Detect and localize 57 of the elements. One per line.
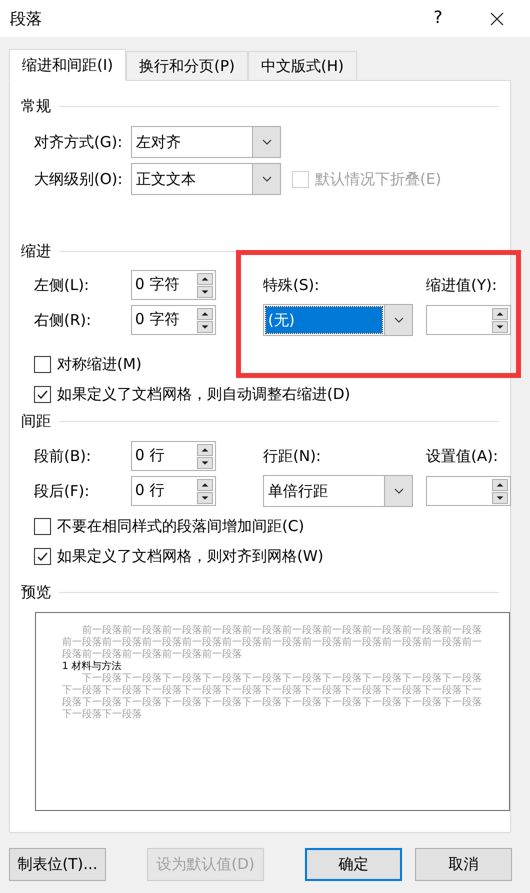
space-after-field[interactable]: 0 行 bbox=[131, 476, 216, 506]
spin-down-icon[interactable] bbox=[197, 456, 213, 468]
preview-text: 1 材料与方法 bbox=[62, 661, 123, 672]
tab[interactable]: 换行和分页(P) bbox=[126, 51, 248, 80]
right-indent-field[interactable]: 0 字符 bbox=[131, 305, 216, 335]
spin-up-icon[interactable] bbox=[197, 478, 213, 490]
help-button[interactable]: ? bbox=[428, 6, 448, 32]
spin-down-icon[interactable] bbox=[492, 320, 508, 332]
checkbox[interactable] bbox=[34, 386, 51, 402]
section-heading: 间距 bbox=[21, 410, 51, 432]
checkbox-label: 不要在相同样式的段落间增加间距(C) bbox=[57, 516, 304, 537]
tab[interactable]: 缩进和间距(I) bbox=[9, 49, 126, 81]
dialog-button[interactable]: 确定 bbox=[305, 848, 402, 881]
checkbox-label: 如果定义了文档网格，则自动调整右缩进(D) bbox=[57, 384, 350, 405]
line-spacing-dropdown[interactable]: 单倍行距 bbox=[263, 475, 413, 507]
checkbox-label: 默认情况下折叠(E) bbox=[315, 168, 442, 190]
field-label: 段后(F): bbox=[34, 480, 90, 502]
spin-down-icon[interactable] bbox=[197, 286, 213, 298]
spin-up-icon[interactable] bbox=[197, 444, 213, 456]
preview-text: 前一段落前一段落前一段落前一段落前一段落前一段落前一段落前一段落前一段落前一段落前一段落前一段落前一段落前一段落前一段落前一段落前一段落前一段落前一段落前一段落前一段落前一段落前一段落前一段落前一段落 bbox=[62, 625, 483, 660]
spin-up-icon[interactable] bbox=[197, 308, 213, 320]
field-label: 对齐方式(G): bbox=[34, 132, 124, 153]
field-label: 缩进值(Y): bbox=[426, 274, 497, 296]
field-label: 右侧(R): bbox=[34, 310, 92, 331]
section-heading: 常规 bbox=[21, 96, 51, 117]
spin-up-icon[interactable] bbox=[197, 272, 213, 284]
spin-down-icon[interactable] bbox=[197, 492, 213, 504]
indent-value-field[interactable] bbox=[426, 305, 511, 335]
spin-up-icon[interactable] bbox=[492, 478, 508, 490]
spin-up-icon[interactable] bbox=[492, 308, 508, 320]
checkbox-label: 对称缩进(M) bbox=[57, 354, 142, 375]
field-label: 左侧(L): bbox=[34, 274, 90, 296]
checkbox[interactable] bbox=[34, 518, 51, 534]
field-label: 特殊(S): bbox=[263, 274, 320, 296]
close-icon[interactable] bbox=[490, 12, 504, 26]
spin-down-icon[interactable] bbox=[492, 492, 508, 504]
section-heading: 缩进 bbox=[21, 240, 51, 262]
dialog-button[interactable]: 取消 bbox=[415, 848, 512, 881]
spin-down-icon[interactable] bbox=[197, 320, 213, 332]
section-heading: 预览 bbox=[21, 582, 51, 603]
left-indent-field[interactable]: 0 字符 bbox=[131, 270, 216, 300]
spacing-value-field[interactable] bbox=[426, 476, 511, 506]
dialog-button[interactable]: 制表位(T)... bbox=[9, 848, 106, 881]
space-before-field[interactable]: 0 行 bbox=[131, 441, 216, 471]
field-label: 段前(B): bbox=[34, 446, 92, 467]
special-indent-dropdown[interactable]: (无) bbox=[263, 304, 413, 336]
window-title: 段落 bbox=[10, 8, 42, 30]
alignment-dropdown[interactable]: 左对齐 bbox=[131, 126, 281, 158]
checkbox-label: 如果定义了文档网格，则对齐到网格(W) bbox=[57, 546, 324, 567]
preview-text: 下一段落下一段落下一段落下一段落下一段落下一段落下一段落下一段落下一段落下一段落下一段落下一段落下一段落下一段落下一段落下一段落下一段落下一段落下一段落下一段落下一段落下一段落下一段落下一段落下一段落下一段落下一段落下一段落下一段落下一段落下一段落下一段落下一段落 bbox=[62, 673, 483, 721]
field-label: 行距(N): bbox=[263, 446, 321, 467]
checkbox[interactable] bbox=[34, 548, 51, 564]
field-label: 大纲级别(O): bbox=[34, 168, 124, 190]
outline-level-dropdown[interactable]: 正文文本 bbox=[131, 163, 281, 195]
checkbox[interactable] bbox=[34, 356, 51, 372]
field-label: 设置值(A): bbox=[426, 446, 498, 467]
tab[interactable]: 中文版式(H) bbox=[248, 51, 357, 80]
